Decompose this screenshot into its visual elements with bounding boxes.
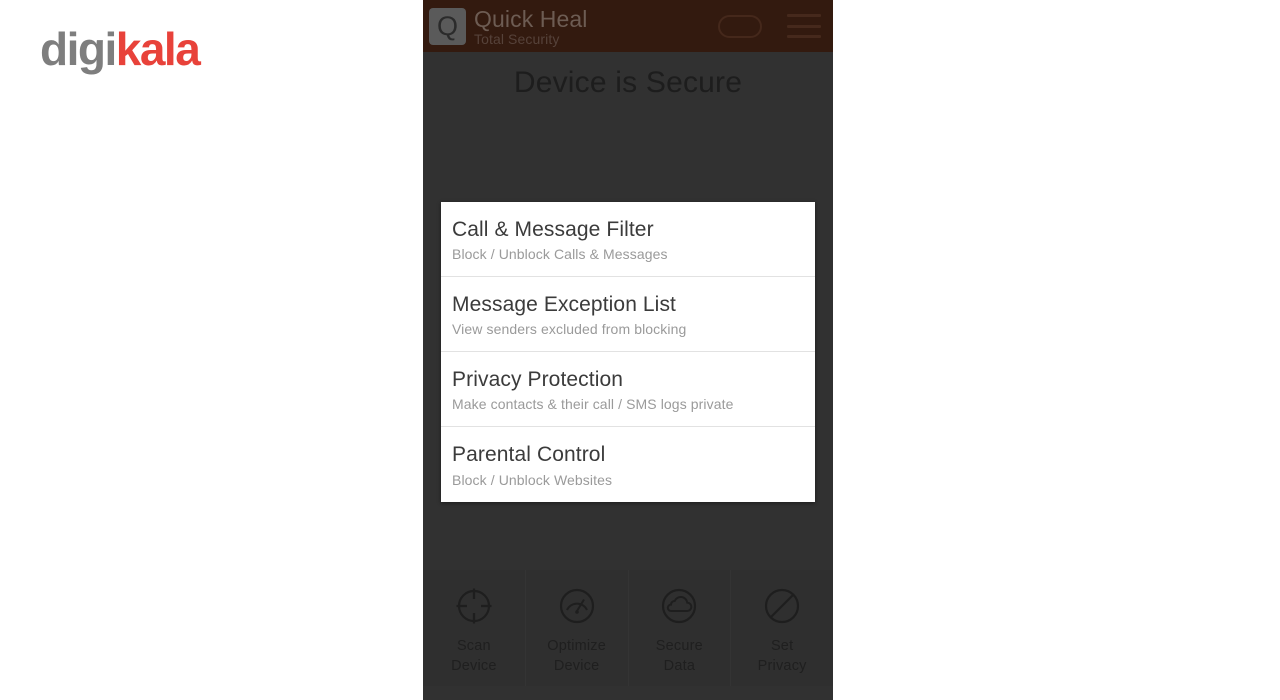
app-header: Q Quick Heal Total Security (423, 0, 833, 52)
hamburger-menu-icon[interactable] (787, 14, 821, 38)
bottom-tile-label-line1: Secure (655, 638, 703, 654)
app-subtitle: Total Security (474, 30, 560, 47)
hamburger-line (787, 35, 821, 38)
bottom-tile-label-line2: Device (553, 657, 600, 674)
crosshair-target-icon (450, 582, 498, 630)
list-item-subtitle: Block / Unblock Websites (452, 471, 613, 488)
bottom-tile-label-line1: Optimize (547, 638, 607, 654)
device-status-heading: Device is Secure (513, 66, 743, 99)
bottom-tile-label: Optimize Device (547, 637, 606, 676)
feature-card: Call & Message Filter Block / Unblock Ca… (441, 202, 815, 502)
list-item-subtitle: Make contacts & their call / SMS logs pr… (452, 396, 734, 413)
hamburger-line (787, 14, 821, 17)
bottom-action-bar: Scan Device Optimize Device Secure Data … (423, 570, 833, 686)
bottom-tile-label-line2: Device (451, 657, 497, 674)
cloud-icon (655, 582, 703, 630)
list-item-title: Call & Message Filter (452, 218, 654, 241)
bottom-tile-label-line1: Set (770, 638, 794, 654)
pill-toggle-icon[interactable] (718, 14, 762, 38)
brand-name-part1: digi (40, 23, 117, 75)
bottom-tile-label: Scan Device (451, 637, 497, 676)
screenshot-root: digikala Q Quick Heal Total Security Dev… (0, 0, 1280, 700)
phone-screen: Q Quick Heal Total Security Device is Se… (423, 0, 833, 700)
list-item-title: Message Exception List (452, 293, 676, 317)
app-title-block: Quick Heal Total Security (474, 6, 718, 47)
bottom-tile-label: Set Privacy (758, 637, 807, 676)
bottom-tile-label-line2: Data (663, 657, 696, 674)
bottom-tile-scan-device[interactable]: Scan Device (423, 570, 526, 686)
quick-heal-logo-icon: Q (429, 7, 466, 45)
bottom-tile-label: Secure Data (656, 637, 703, 676)
app-title: Quick Heal (474, 5, 588, 32)
speedometer-gauge-icon (553, 582, 601, 630)
brand-name-part2: kala (115, 23, 201, 75)
list-item[interactable]: Message Exception List View senders excl… (441, 277, 815, 353)
list-item-title: Privacy Protection (452, 368, 624, 392)
hamburger-line (787, 24, 821, 28)
bottom-tile-set-privacy[interactable]: Set Privacy (731, 570, 833, 686)
bottom-tile-label-line2: Privacy (757, 657, 807, 674)
bottom-tile-secure-data[interactable]: Secure Data (628, 570, 732, 686)
bottom-tile-optimize-device[interactable]: Optimize Device (525, 570, 629, 686)
digikala-logo: digikala (40, 23, 201, 75)
circle-slash-ban-icon (758, 582, 806, 630)
list-item[interactable]: Parental Control Block / Unblock Website… (441, 427, 815, 501)
list-item-subtitle: View senders excluded from blocking (452, 321, 687, 338)
list-item[interactable]: Call & Message Filter Block / Unblock Ca… (441, 202, 815, 278)
bottom-tile-label-line1: Scan (456, 638, 491, 654)
list-item-title: Parental Control (452, 443, 606, 467)
list-item-subtitle: Block / Unblock Calls & Messages (452, 246, 668, 263)
list-item[interactable]: Privacy Protection Make contacts & their… (441, 352, 815, 428)
